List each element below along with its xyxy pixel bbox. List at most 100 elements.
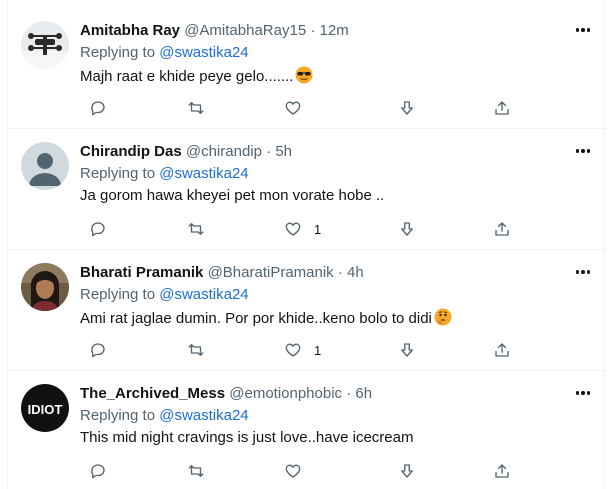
- timestamp[interactable]: 6h: [355, 385, 372, 402]
- share-button[interactable]: [493, 96, 511, 120]
- display-name[interactable]: Amitabha Ray: [80, 22, 180, 39]
- more-options-icon[interactable]: [572, 383, 594, 403]
- tweet-header: The_Archived_Mess @emotionphobic · 6h: [80, 385, 372, 403]
- replying-to-label: Replying to: [80, 286, 156, 303]
- downvote-arrow-icon: [401, 222, 413, 236]
- more-options-icon[interactable]: [572, 20, 594, 40]
- user-handle[interactable]: @BharatiPramanik: [208, 264, 334, 281]
- reply-tweet[interactable]: Bharati Pramanik @BharatiPramanik · 4h R…: [8, 250, 606, 371]
- tweet-actions: [80, 96, 600, 120]
- downvote-arrow-icon: [401, 343, 413, 357]
- tweet-text-content: Ja gorom hawa kheyei pet mon vorate hobe…: [80, 187, 385, 204]
- tweet-text-content: Majh raat e khide peye gelo.......: [80, 68, 294, 85]
- tweet-text-content: Ami rat jaglae dumin. Por por khide..ken…: [80, 310, 432, 327]
- user-handle[interactable]: @AmitabhaRay15: [184, 22, 306, 39]
- replying-to-line: Replying to @swastika24: [80, 165, 249, 183]
- timestamp[interactable]: 5h: [275, 143, 292, 160]
- downvote-button[interactable]: [398, 96, 416, 120]
- reply-tweet[interactable]: Chirandip Das @chirandip · 5h Replying t…: [8, 129, 606, 250]
- downvote-button[interactable]: [398, 217, 416, 241]
- more-options-icon[interactable]: [572, 262, 594, 282]
- retweet-icon: [188, 223, 204, 235]
- display-name[interactable]: Chirandip Das: [80, 143, 182, 160]
- replying-to-line: Replying to @swastika24: [80, 44, 249, 62]
- downvote-button[interactable]: [398, 338, 416, 362]
- mention-link[interactable]: @swastika24: [159, 44, 248, 61]
- user-handle[interactable]: @emotionphobic: [229, 385, 342, 402]
- like-button[interactable]: 1: [284, 338, 321, 362]
- sunglasses-emoji-icon: [295, 66, 313, 89]
- more-options-icon[interactable]: [572, 141, 594, 161]
- retweet-icon: [188, 102, 204, 114]
- tweet-text-content: This mid night cravings is just love..ha…: [80, 429, 414, 446]
- reply-icon: [91, 343, 105, 358]
- display-name[interactable]: The_Archived_Mess: [80, 385, 225, 402]
- replying-to-line: Replying to @swastika24: [80, 286, 249, 304]
- tweet-text: Majh raat e khide peye gelo.......: [80, 66, 313, 89]
- avatar[interactable]: [21, 142, 69, 190]
- reply-tweet[interactable]: IDIOT The_Archived_Mess @emotionphobic ·…: [8, 371, 606, 489]
- downvote-arrow-icon: [401, 101, 413, 115]
- reply-tweet[interactable]: Amitabha Ray @AmitabhaRay15 · 12m Replyi…: [8, 8, 606, 129]
- retweet-icon: [188, 465, 204, 477]
- retweet-button[interactable]: [187, 217, 205, 241]
- like-button[interactable]: 1: [284, 217, 321, 241]
- mention-link[interactable]: @swastika24: [159, 286, 248, 303]
- tweet-text: Ami rat jaglae dumin. Por por khide..ken…: [80, 308, 452, 331]
- share-icon: [495, 222, 509, 236]
- tweet-actions: 1: [80, 217, 600, 241]
- timestamp[interactable]: 12m: [320, 22, 349, 39]
- reply-button[interactable]: [89, 217, 107, 241]
- heart-icon: [285, 464, 301, 478]
- retweet-button[interactable]: [187, 338, 205, 362]
- like-button[interactable]: [284, 459, 314, 483]
- heart-icon: [285, 343, 301, 357]
- tweet-header: Chirandip Das @chirandip · 5h: [80, 143, 292, 161]
- reply-icon: [91, 464, 105, 479]
- tweet-text: Ja gorom hawa kheyei pet mon vorate hobe…: [80, 187, 384, 205]
- timestamp[interactable]: 4h: [347, 264, 364, 281]
- separator-dot: ·: [337, 264, 343, 281]
- tweet-actions: [80, 459, 600, 483]
- reply-button[interactable]: [89, 338, 107, 362]
- user-handle[interactable]: @chirandip: [186, 143, 262, 160]
- share-icon: [495, 101, 509, 115]
- like-button[interactable]: [284, 96, 314, 120]
- mention-link[interactable]: @swastika24: [159, 165, 248, 182]
- heart-icon: [285, 222, 301, 236]
- retweet-icon: [188, 344, 204, 356]
- replying-to-label: Replying to: [80, 407, 156, 424]
- thinking-face-emoji-icon: [434, 308, 452, 331]
- share-button[interactable]: [493, 338, 511, 362]
- replying-to-label: Replying to: [80, 44, 156, 61]
- share-icon: [495, 343, 509, 357]
- reply-icon: [91, 101, 105, 116]
- like-count: 1: [314, 221, 322, 237]
- retweet-button[interactable]: [187, 96, 205, 120]
- tweet-actions: 1: [80, 338, 600, 362]
- share-icon: [495, 464, 509, 478]
- avatar-badge-text: IDIOT: [28, 402, 63, 417]
- separator-dot: ·: [346, 385, 352, 402]
- retweet-button[interactable]: [187, 459, 205, 483]
- reply-button[interactable]: [89, 459, 107, 483]
- separator-dot: ·: [266, 143, 272, 160]
- reply-icon: [91, 222, 105, 237]
- avatar[interactable]: [21, 21, 69, 69]
- replying-to-label: Replying to: [80, 165, 156, 182]
- downvote-arrow-icon: [401, 464, 413, 478]
- display-name[interactable]: Bharati Pramanik: [80, 264, 203, 281]
- share-button[interactable]: [493, 217, 511, 241]
- replies-timeline: Amitabha Ray @AmitabhaRay15 · 12m Replyi…: [7, 0, 606, 489]
- like-count: 1: [314, 342, 322, 358]
- replying-to-line: Replying to @swastika24: [80, 407, 249, 425]
- avatar[interactable]: IDIOT: [21, 384, 69, 432]
- separator-dot: ·: [310, 22, 316, 39]
- downvote-button[interactable]: [398, 459, 416, 483]
- avatar[interactable]: [21, 263, 69, 311]
- heart-icon: [285, 101, 301, 115]
- mention-link[interactable]: @swastika24: [159, 407, 248, 424]
- tweet-header: Bharati Pramanik @BharatiPramanik · 4h: [80, 264, 364, 282]
- reply-button[interactable]: [89, 96, 107, 120]
- share-button[interactable]: [493, 459, 511, 483]
